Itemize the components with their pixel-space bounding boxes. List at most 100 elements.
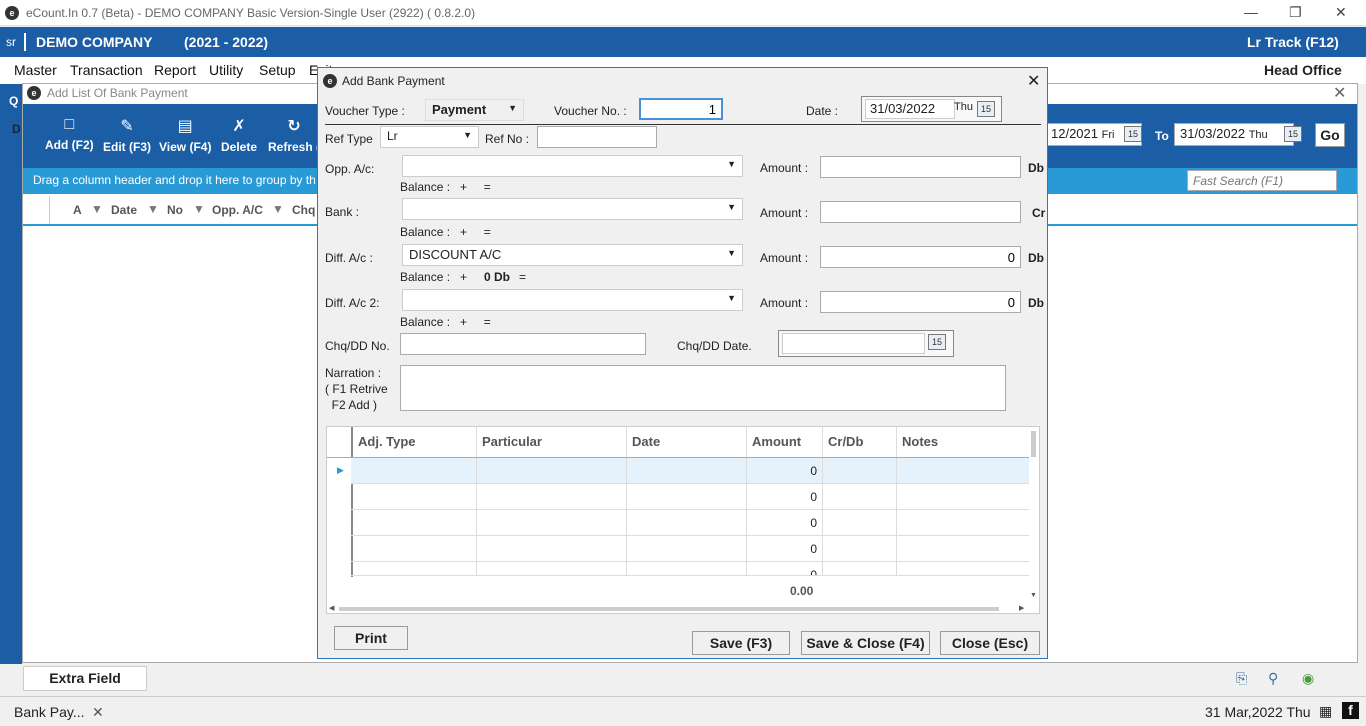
filter-icon[interactable]: ▼ [147,202,159,216]
refresh-button[interactable]: ↻ Refresh ( [268,116,320,154]
adj-type-cell[interactable] [353,536,477,562]
adj-type-cell[interactable] [353,562,477,575]
voucher-type-select[interactable]: Payment ▼ [425,99,524,121]
close-button[interactable]: Close (Esc) [940,631,1040,655]
calendar-icon[interactable]: 15 [928,334,946,350]
crdb-cell[interactable] [823,510,897,536]
bank-amount-input[interactable] [820,201,1021,223]
col-adj-type[interactable]: Adj. Type [353,427,477,457]
minimize-icon[interactable]: — [1244,4,1258,20]
date-cell[interactable] [627,458,747,484]
table-row[interactable]: 0 [351,458,1029,484]
horizontal-scrollbar[interactable] [339,607,999,611]
table-row[interactable]: 0 [351,484,1029,510]
date-field[interactable]: 31/03/2022 Thu 15 [861,96,1002,122]
particular-cell[interactable] [477,484,627,510]
filter-icon[interactable]: ▼ [193,202,205,216]
opp-ac-select[interactable]: ▼ [402,155,743,177]
scroll-down-icon[interactable]: ▼ [1030,592,1037,599]
date-cell[interactable] [627,536,747,562]
menu-report[interactable]: Report [154,62,196,78]
menu-setup[interactable]: Setup [259,62,296,78]
ref-type-select[interactable]: Lr ▼ [380,126,479,148]
fast-search-input[interactable] [1187,170,1337,191]
col-date[interactable]: Date [627,427,747,457]
adj-type-cell[interactable] [353,458,477,484]
col-amount[interactable]: Amount [747,427,823,457]
col-no[interactable]: No [167,203,183,217]
particular-cell[interactable] [477,458,627,484]
go-button[interactable]: Go [1315,123,1345,147]
date-cell[interactable] [627,562,747,575]
crdb-cell[interactable] [823,562,897,575]
chq-date-field[interactable]: 15 [778,330,954,357]
extra-field-button[interactable]: Extra Field [23,666,147,691]
calendar-icon[interactable]: 15 [1284,126,1302,142]
excel-icon[interactable]: ◉ [1302,670,1314,687]
particular-cell[interactable] [477,562,627,575]
add-button[interactable]: □ Add (F2) [45,116,94,152]
chq-no-input[interactable] [400,333,646,355]
window-tab[interactable]: Bank Pay... [14,704,85,720]
amount-cell[interactable]: 0 [747,536,823,562]
filter-icon[interactable]: ▼ [272,202,284,216]
close-window-icon[interactable]: ✕ [1335,4,1347,21]
table-row[interactable]: 0 [351,562,1029,576]
save-close-button[interactable]: Save & Close (F4) [801,631,930,655]
col-crdb[interactable]: Cr/Db [823,427,897,457]
col-particular[interactable]: Particular [477,427,627,457]
date-cell[interactable] [627,484,747,510]
menu-master[interactable]: Master [14,62,57,78]
menu-utility[interactable]: Utility [209,62,243,78]
crdb-cell[interactable] [823,458,897,484]
print-button[interactable]: Print [334,626,408,650]
calendar-icon[interactable]: 15 [1124,126,1142,142]
menu-transaction[interactable]: Transaction [70,62,143,78]
facebook-icon[interactable]: f [1342,702,1359,719]
scroll-left-icon[interactable]: ◀ [329,604,334,612]
col-date[interactable]: Date [111,203,137,217]
restore-icon[interactable]: ❐ [1289,4,1302,21]
amount-cell[interactable]: 0 [747,510,823,536]
crdb-cell[interactable] [823,536,897,562]
col-a[interactable]: A [73,203,82,217]
table-row[interactable]: 0 [351,510,1029,536]
amount-cell[interactable]: 0 [747,562,823,575]
edit-button[interactable]: ✎ Edit (F3) [103,116,151,154]
col-chq[interactable]: Chq [292,203,315,217]
col-opp-ac[interactable]: Opp. A/C [212,203,263,217]
export-icon[interactable]: ⎘ [1236,670,1247,687]
opp-amount-input[interactable] [820,156,1021,178]
calculator-icon[interactable]: ▦ [1319,703,1332,720]
diff-ac2-select[interactable]: ▼ [402,289,743,311]
bank-select[interactable]: ▼ [402,198,743,220]
adj-type-cell[interactable] [353,510,477,536]
close-dialog-icon[interactable]: ✕ [1027,71,1040,91]
close-tab-icon[interactable]: ✕ [92,704,104,721]
date-cell[interactable] [627,510,747,536]
narration-input[interactable] [400,365,1006,411]
vertical-scrollbar[interactable] [1031,431,1036,457]
table-row[interactable]: 0 [351,536,1029,562]
adj-type-cell[interactable] [353,484,477,510]
delete-button[interactable]: ✗ Delete [221,116,257,154]
lr-track-link[interactable]: Lr Track (F12) [1247,34,1339,50]
zoom-icon[interactable]: ⚲ [1268,670,1278,687]
amount-cell[interactable]: 0 [747,484,823,510]
voucher-no-input[interactable] [639,98,723,120]
filter-icon[interactable]: ▼ [91,202,103,216]
close-list-icon[interactable]: ✕ [1333,83,1346,103]
diff2-amount-input[interactable] [820,291,1021,313]
diff-ac-select[interactable]: DISCOUNT A/C ▼ [402,244,743,266]
amount-cell[interactable]: 0 [747,458,823,484]
ref-no-input[interactable] [537,126,657,148]
view-button[interactable]: ▤ View (F4) [159,116,211,154]
crdb-cell[interactable] [823,484,897,510]
to-date-field[interactable]: 31/03/2022 Thu [1174,123,1294,146]
col-notes[interactable]: Notes [897,427,1029,457]
particular-cell[interactable] [477,510,627,536]
calendar-icon[interactable]: 15 [977,101,995,117]
diff-amount-input[interactable] [820,246,1021,268]
particular-cell[interactable] [477,536,627,562]
save-button[interactable]: Save (F3) [692,631,790,655]
